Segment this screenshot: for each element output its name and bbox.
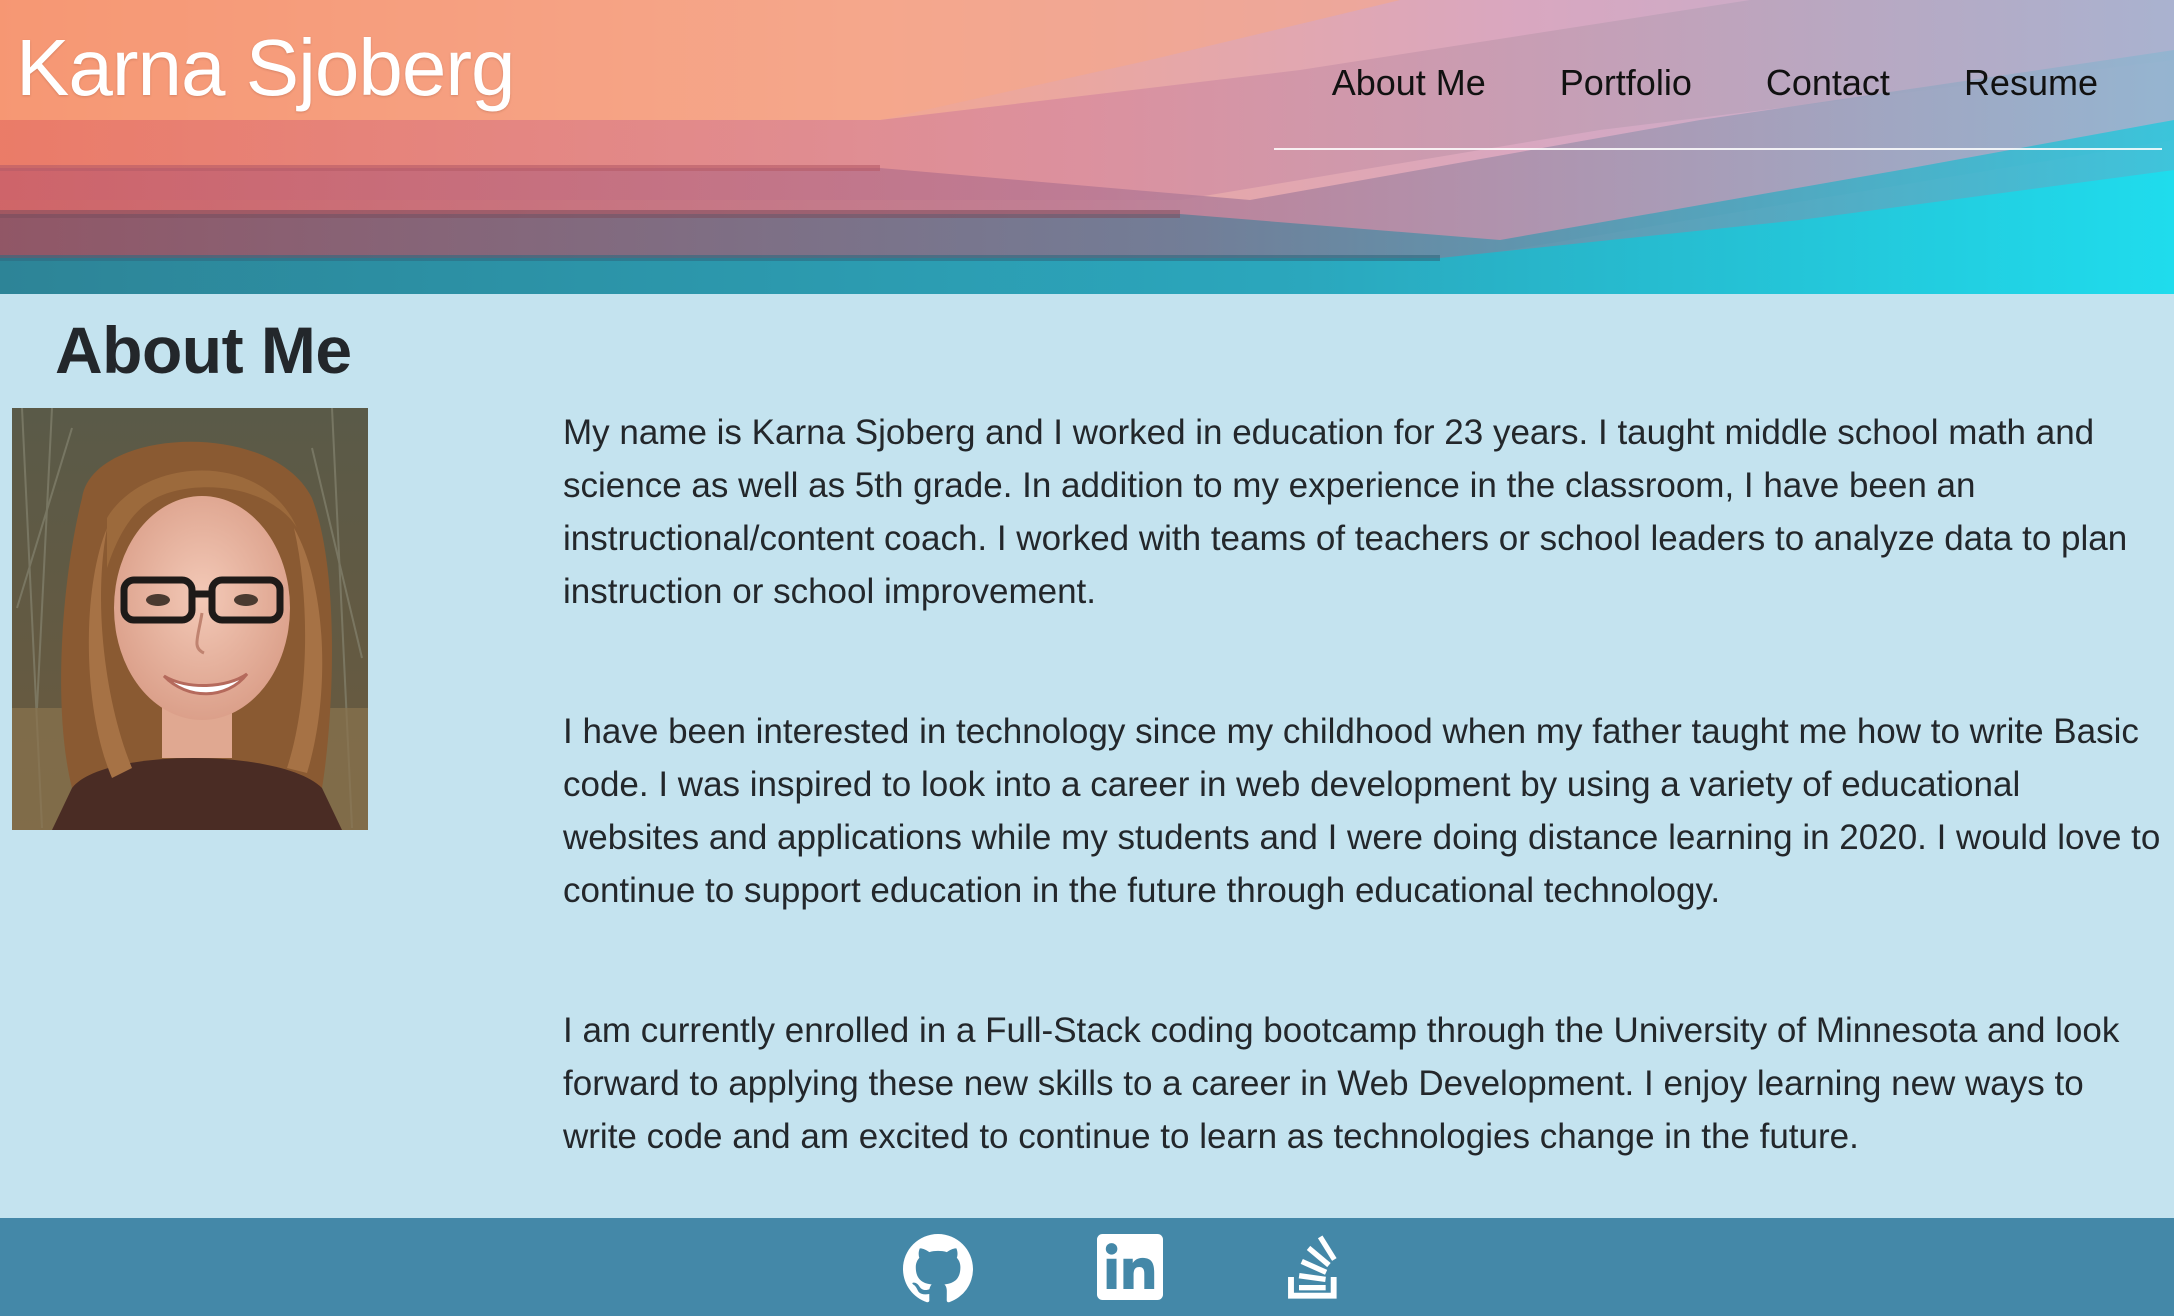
site-footer (0, 1218, 2174, 1316)
site-title: Karna Sjoberg (16, 23, 515, 112)
linkedin-icon (1097, 1234, 1163, 1300)
profile-photo (12, 408, 368, 830)
bio-text: My name is Karna Sjoberg and I worked in… (563, 406, 2163, 1250)
github-link[interactable] (903, 1234, 973, 1304)
nav-link-portfolio[interactable]: Portfolio (1560, 62, 1692, 104)
site-header: Karna Sjoberg About Me Portfolio Contact… (0, 0, 2174, 294)
stackoverflow-icon (1288, 1235, 1337, 1299)
bio-paragraph-3: I am currently enrolled in a Full-Stack … (563, 1011, 2120, 1156)
linkedin-link[interactable] (1097, 1234, 1167, 1304)
bio-paragraph-1: My name is Karna Sjoberg and I worked in… (563, 413, 2128, 611)
github-icon (903, 1234, 973, 1303)
nav-link-about-me[interactable]: About Me (1332, 62, 1486, 104)
page-heading: About Me (55, 313, 352, 387)
bio-paragraph-2: I have been interested in technology sin… (563, 712, 2161, 910)
nav-link-resume[interactable]: Resume (1964, 62, 2098, 104)
main-nav: About Me Portfolio Contact Resume (1274, 48, 2162, 150)
stackoverflow-link[interactable] (1283, 1234, 1353, 1304)
nav-link-contact[interactable]: Contact (1766, 62, 1890, 104)
